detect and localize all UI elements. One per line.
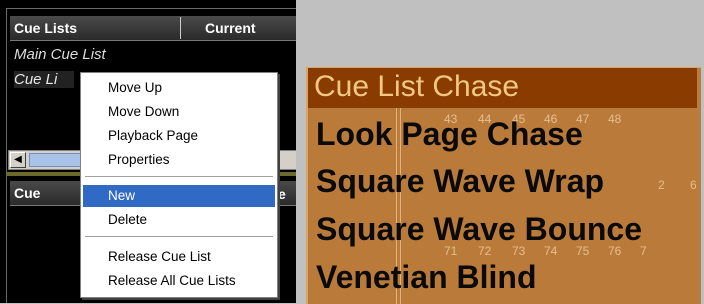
context-menu: Move Up Move Down Playback Page Properti… xyxy=(80,72,278,298)
header-cue[interactable]: Cue xyxy=(14,185,40,201)
cue-list-row-selected[interactable]: Cue Li xyxy=(14,71,74,88)
header-current[interactable]: Current xyxy=(205,20,256,36)
overlay-edge xyxy=(697,68,701,304)
menu-item-release-all-cue-lists[interactable]: Release All Cue Lists xyxy=(83,270,275,292)
menu-item-playback-page[interactable]: Playback Page xyxy=(83,125,275,147)
chase-item-look-page-chase[interactable]: Look Page Chase xyxy=(316,116,583,153)
chase-item-venetian-blind[interactable]: Venetian Blind xyxy=(316,259,536,296)
scroll-left-arrow-icon[interactable]: ◀ xyxy=(10,152,26,168)
chase-title-bar: Cue List Chase xyxy=(308,68,701,108)
menu-item-move-up[interactable]: Move Up xyxy=(83,77,275,99)
header-partial: e xyxy=(278,186,286,202)
chase-item-square-wave-wrap[interactable]: Square Wave Wrap xyxy=(316,163,604,200)
header-cue-lists[interactable]: Cue Lists xyxy=(14,20,77,36)
menu-item-properties[interactable]: Properties xyxy=(83,149,275,171)
bg-channel-number: 2 xyxy=(658,178,665,192)
chase-overlay: 43 44 45 46 47 48 2 6 71 72 73 74 75 76 … xyxy=(306,67,701,304)
bg-channel-number: 48 xyxy=(608,112,622,126)
menu-item-new[interactable]: New xyxy=(83,185,275,207)
menu-item-release-cue-list[interactable]: Release Cue List xyxy=(83,246,275,268)
chase-title: Cue List Chase xyxy=(314,70,520,103)
menu-item-delete[interactable]: Delete xyxy=(83,209,275,231)
menu-item-move-down[interactable]: Move Down xyxy=(83,101,275,123)
menu-separator xyxy=(85,236,273,238)
chase-item-square-wave-bounce[interactable]: Square Wave Bounce xyxy=(316,211,642,248)
menu-separator xyxy=(85,176,273,178)
bg-channel-number: 6 xyxy=(690,178,697,192)
header-divider[interactable] xyxy=(180,17,181,39)
cue-lists-header: Cue Lists Current xyxy=(10,16,296,41)
cue-list-row-main[interactable]: Main Cue List xyxy=(14,46,106,63)
